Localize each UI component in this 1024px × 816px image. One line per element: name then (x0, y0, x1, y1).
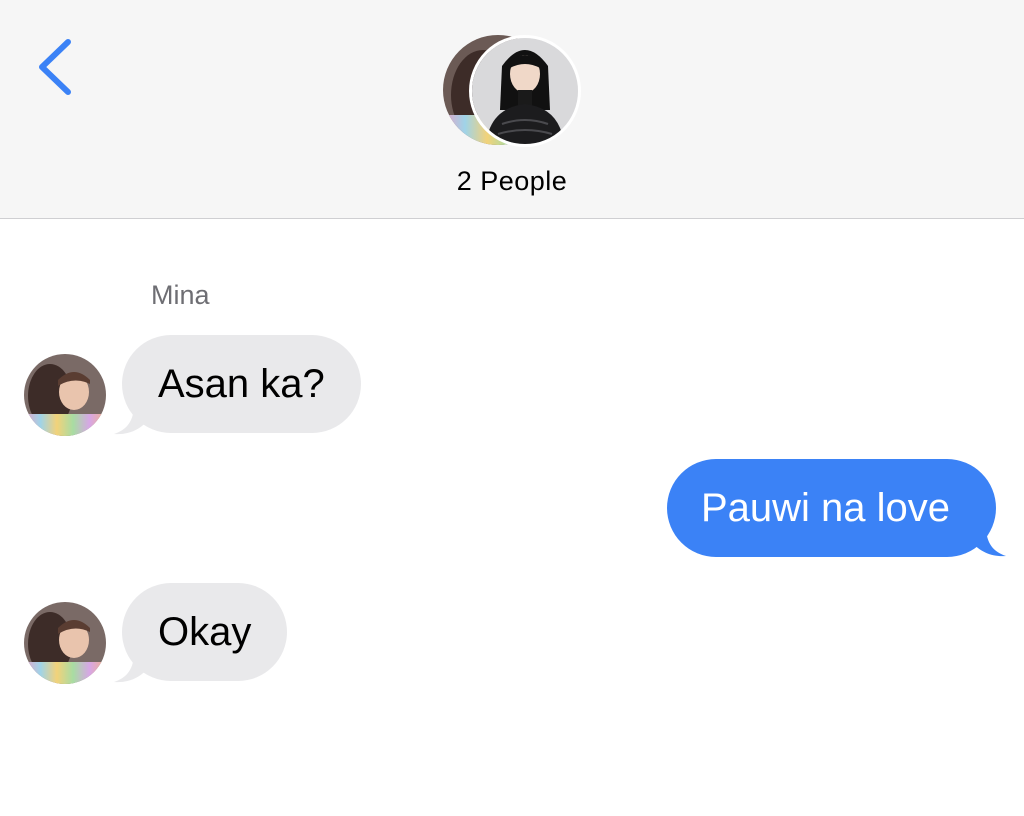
message-bubble[interactable]: Okay (122, 583, 288, 681)
participant-avatar (469, 35, 581, 147)
message-bubble[interactable]: Asan ka? (122, 335, 361, 433)
sender-name: Mina (151, 280, 210, 310)
group-avatar-stack[interactable] (443, 35, 583, 147)
sender-avatar[interactable] (24, 602, 106, 684)
chevron-left-icon[interactable] (30, 32, 80, 102)
sender-avatar[interactable] (24, 354, 106, 436)
message-bubble[interactable]: Pauwi na love (666, 459, 996, 557)
conversation-header: 2 People (0, 0, 1024, 219)
conversation-title[interactable]: 2 People (0, 166, 1024, 197)
